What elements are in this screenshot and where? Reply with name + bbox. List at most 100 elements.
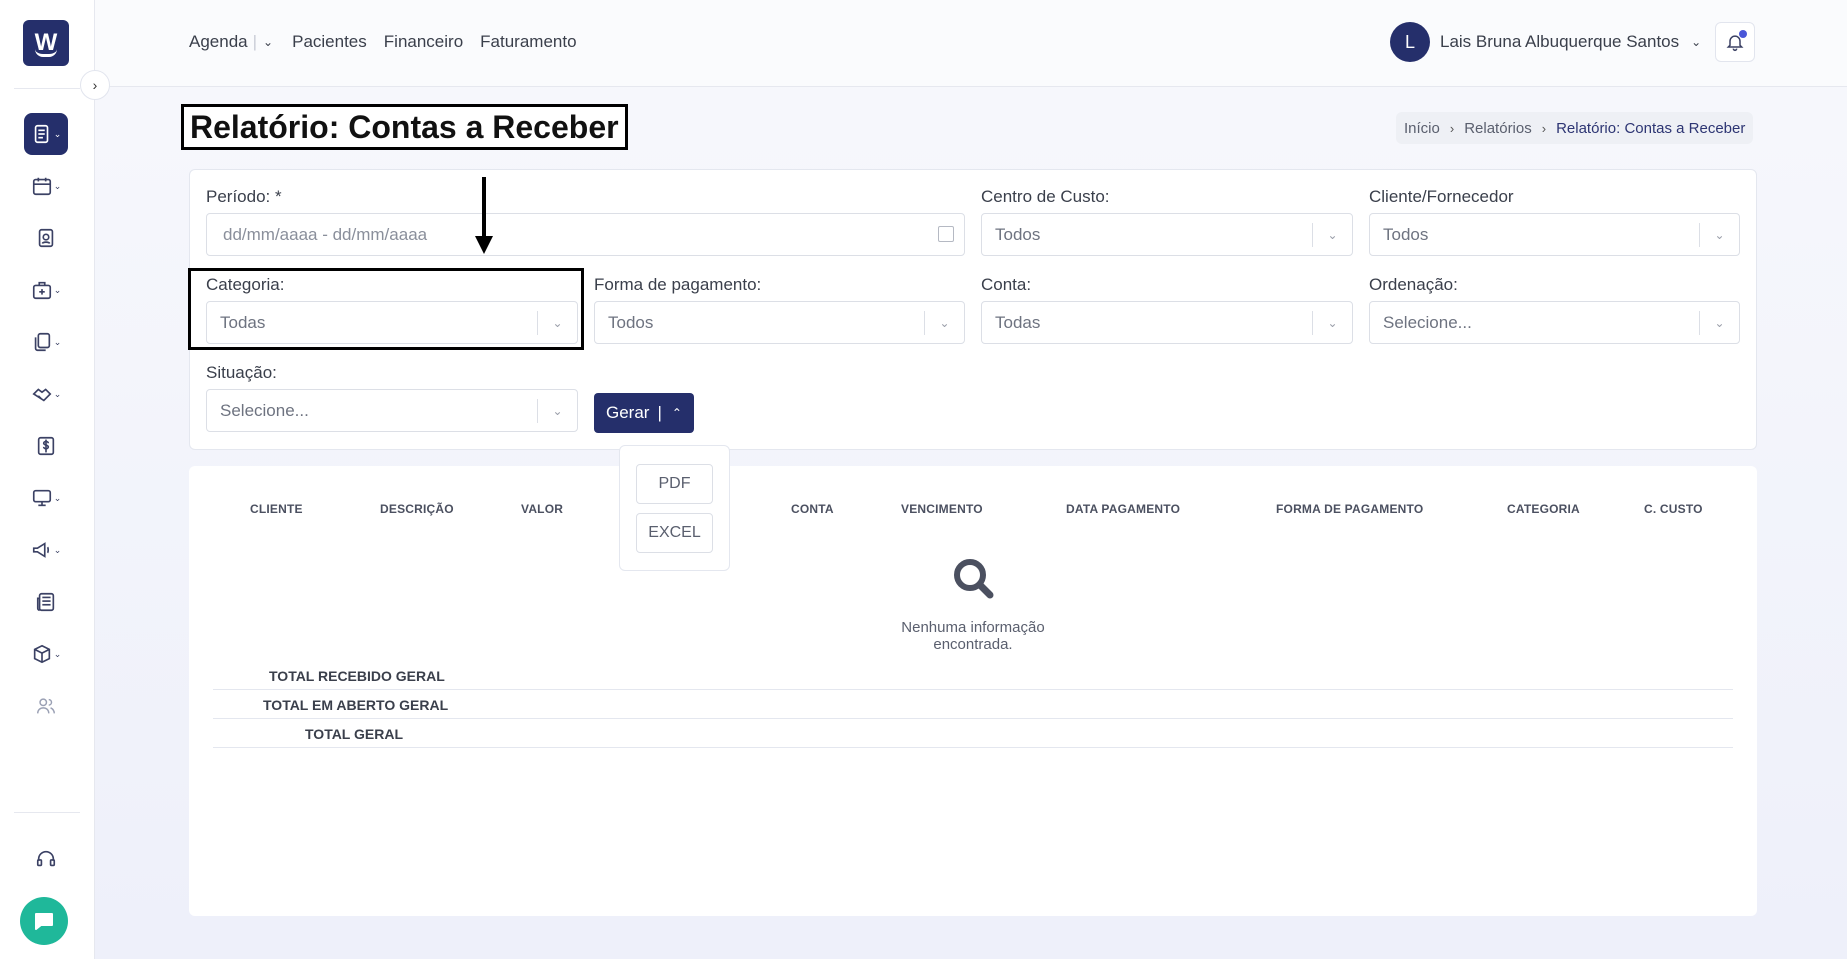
sidebar-item-clinic[interactable]: ⌄ — [24, 269, 68, 311]
total-row: TOTAL GERAL — [213, 719, 1733, 748]
empty-state-message: Nenhuma informação encontrada. — [901, 619, 1045, 653]
sidebar-item-patients[interactable] — [24, 217, 68, 259]
col-valor[interactable]: VALOR — [521, 502, 563, 516]
chevron-down-icon: ⌄ — [1699, 311, 1739, 335]
sidebar-item-support[interactable] — [24, 838, 68, 880]
conta-select[interactable]: Todas ⌄ — [981, 301, 1353, 344]
sidebar-collapse-button[interactable]: › — [80, 70, 110, 100]
forma-pagamento-select[interactable]: Todos ⌄ — [594, 301, 965, 344]
calendar-icon — [32, 177, 51, 196]
sidebar-item-agenda[interactable]: ⌄ — [24, 165, 68, 207]
cliente-fornecedor-value: Todos — [1383, 224, 1429, 244]
total-recebido-label: TOTAL RECEBIDO GERAL — [269, 668, 445, 684]
nav-faturamento[interactable]: Faturamento — [480, 32, 576, 52]
export-pdf-button[interactable]: PDF — [636, 464, 713, 504]
centro-custo-value: Todos — [995, 224, 1041, 244]
chat-icon — [35, 913, 53, 930]
patient-card-icon — [38, 228, 54, 248]
chevron-down-icon: ⌄ — [1312, 311, 1352, 335]
reports-icon — [34, 124, 49, 144]
periodo-input[interactable]: dd/mm/aaaa - dd/mm/aaaa — [206, 213, 965, 256]
sidebar-divider-bottom — [14, 812, 80, 813]
agenda-chevron-down-icon[interactable]: ⌄ — [263, 35, 273, 49]
situacao-select[interactable]: Selecione... ⌄ — [206, 389, 578, 432]
chevron-down-icon: ⌄ — [537, 399, 577, 423]
box-icon — [33, 644, 50, 664]
top-navbar: Agenda | ⌄ Pacientes Financeiro Faturame… — [95, 0, 1847, 87]
situacao-label: Situação: — [206, 363, 277, 382]
nav-agenda[interactable]: Agenda — [189, 32, 248, 52]
col-c-custo[interactable]: C. CUSTO — [1644, 502, 1703, 516]
user-menu[interactable]: L Lais Bruna Albuquerque Santos ⌄ — [1390, 22, 1701, 62]
ordenacao-select[interactable]: Selecione... ⌄ — [1369, 301, 1740, 344]
periodo-label: Período: * — [206, 187, 282, 206]
col-forma-pagamento[interactable]: FORMA DE PAGAMENTO — [1276, 502, 1423, 516]
nav-pacientes[interactable]: Pacientes — [292, 32, 367, 52]
periodo-placeholder: dd/mm/aaaa - dd/mm/aaaa — [223, 224, 428, 244]
sidebar-item-marketing[interactable]: ⌄ — [24, 529, 68, 571]
conta-label: Conta: — [981, 275, 1032, 294]
sidebar-item-documents[interactable]: ⌄ — [24, 321, 68, 363]
total-row: TOTAL EM ABERTO GERAL — [213, 690, 1733, 719]
cliente-fornecedor-select[interactable]: Todos ⌄ — [1369, 213, 1740, 256]
nav-divider: | — [252, 32, 258, 51]
total-row: TOTAL RECEBIDO GERAL — [213, 661, 1733, 690]
search-icon — [954, 559, 994, 599]
sidebar-item-inventory[interactable]: ⌄ — [24, 633, 68, 675]
main-nav: Agenda | ⌄ Pacientes Financeiro Faturame… — [189, 32, 594, 52]
cliente-fornecedor-label: Cliente/Fornecedor — [1369, 187, 1514, 206]
chevron-right-icon: › — [92, 77, 98, 93]
chevron-down-icon: ⌄ — [1691, 35, 1702, 49]
calendar-icon — [938, 226, 954, 242]
gerar-button[interactable]: Gerar | ⌃ — [594, 393, 694, 433]
situacao-value: Selecione... — [220, 400, 309, 420]
chevron-up-icon: ⌃ — [671, 406, 682, 420]
chevron-right-icon: › — [1449, 120, 1455, 136]
forma-pagamento-value: Todos — [608, 312, 654, 332]
sidebar-item-financial[interactable] — [24, 425, 68, 467]
centro-custo-label: Centro de Custo: — [981, 187, 1110, 206]
gerar-label: Gerar — [606, 403, 650, 422]
breadcrumb-inicio[interactable]: Início — [1404, 120, 1440, 137]
clinic-icon — [32, 281, 51, 300]
nav-financeiro[interactable]: Financeiro — [384, 32, 463, 52]
col-conta[interactable]: CONTA — [791, 502, 834, 516]
users-icon — [37, 698, 55, 714]
chevron-right-icon: › — [1541, 120, 1547, 136]
dollar-icon — [37, 436, 55, 456]
user-name: Lais Bruna Albuquerque Santos — [1440, 32, 1680, 51]
breadcrumb: Início › Relatórios › Relatório: Contas … — [1396, 112, 1754, 144]
categoria-highlight-box — [188, 268, 584, 350]
chat-button[interactable] — [20, 897, 68, 945]
sidebar-divider — [14, 88, 80, 89]
app-logo[interactable]: W — [23, 20, 69, 66]
breadcrumb-relatorios[interactable]: Relatórios — [1464, 120, 1532, 137]
sidebar: W ⌄ ⌄ ⌄ ⌄ ⌄ ⌄ ⌄ ⌄ — [0, 0, 95, 959]
col-descricao[interactable]: DESCRIÇÃO — [380, 502, 454, 516]
chevron-down-icon: ⌄ — [1312, 223, 1352, 247]
ordenacao-value: Selecione... — [1383, 312, 1472, 332]
gerar-separator: | — [657, 403, 662, 422]
col-data-pagamento[interactable]: DATA PAGAMENTO — [1066, 502, 1180, 516]
monitor-icon — [32, 489, 51, 507]
annotation-arrow — [482, 177, 486, 239]
headset-icon — [36, 850, 56, 867]
chevron-down-icon: ⌄ — [1699, 223, 1739, 247]
chevron-down-icon: ⌄ — [924, 311, 964, 335]
total-aberto-label: TOTAL EM ABERTO GERAL — [263, 697, 449, 713]
page-title: Relatório: Contas a Receber — [181, 104, 628, 150]
sidebar-item-reports[interactable]: ⌄ — [24, 113, 68, 155]
sidebar-item-monitor[interactable]: ⌄ — [24, 477, 68, 519]
annotation-arrow-head — [475, 236, 493, 254]
gerar-dropdown-menu: PDF EXCEL — [619, 445, 730, 571]
sidebar-item-users[interactable] — [24, 685, 68, 727]
notifications-button[interactable] — [1715, 22, 1755, 62]
sidebar-item-partners[interactable]: ⌄ — [24, 373, 68, 415]
export-excel-button[interactable]: EXCEL — [636, 513, 713, 553]
col-vencimento[interactable]: VENCIMENTO — [901, 502, 983, 516]
sidebar-item-news[interactable] — [24, 581, 68, 623]
col-categoria[interactable]: CATEGORIA — [1507, 502, 1580, 516]
documents-icon — [34, 332, 50, 352]
centro-custo-select[interactable]: Todos ⌄ — [981, 213, 1353, 256]
col-cliente[interactable]: CLIENTE — [250, 502, 303, 516]
